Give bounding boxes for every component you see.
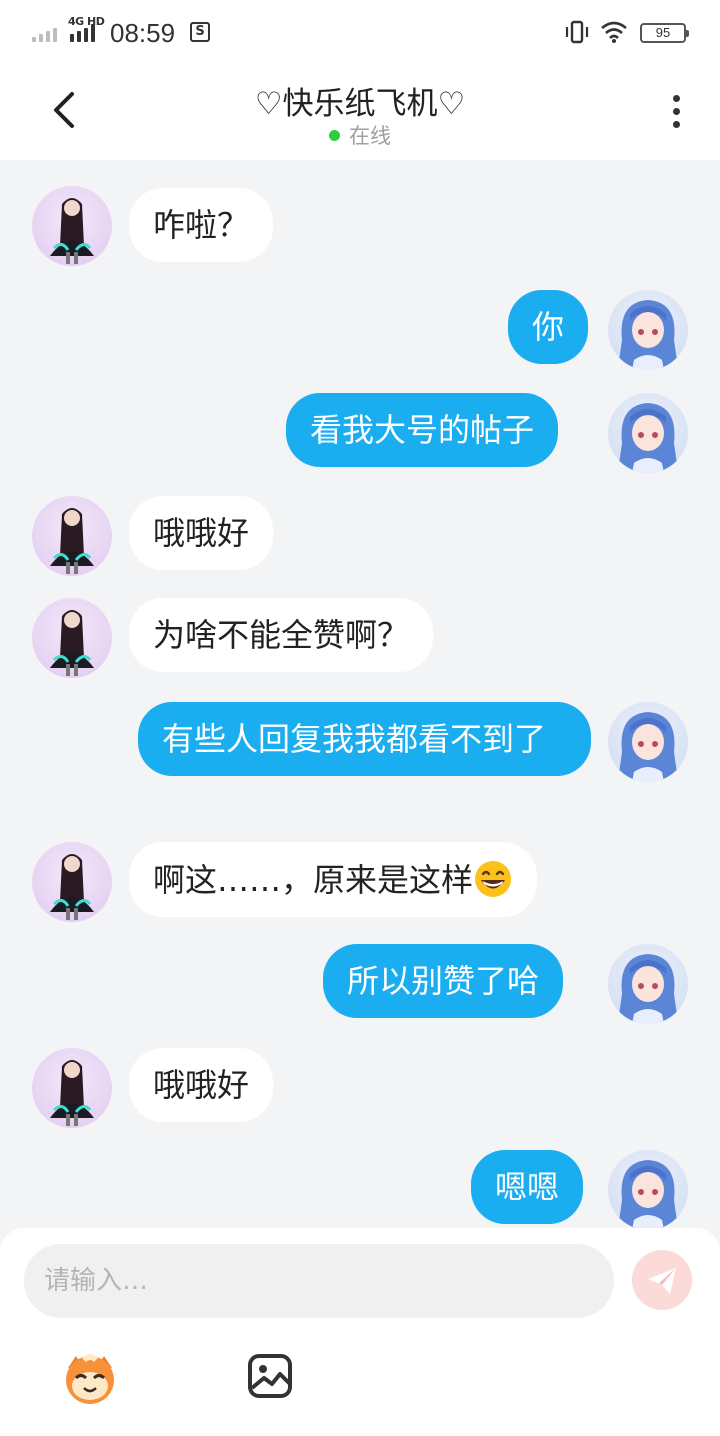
s-badge-icon: S	[190, 22, 210, 42]
message-bubble-received: 咋啦？	[129, 188, 274, 262]
message-bubble-received: 哦哦好	[129, 496, 274, 570]
message-item: 你	[0, 270, 720, 374]
my-avatar[interactable]	[608, 1150, 688, 1228]
message-item: 所以别赞了哈	[0, 934, 720, 1038]
send-icon	[648, 1268, 676, 1294]
signal-1-icon	[32, 24, 57, 42]
chat-title: ♡快乐纸飞机♡	[254, 86, 466, 122]
my-avatar[interactable]	[608, 290, 688, 370]
image-icon[interactable]	[246, 1352, 294, 1400]
message-item: 为啥不能全赞啊？	[0, 580, 720, 684]
online-status: 在线	[0, 120, 720, 150]
send-button[interactable]	[632, 1250, 692, 1310]
message-bubble-sent: 嗯嗯	[471, 1150, 584, 1224]
contact-avatar[interactable]	[32, 1048, 112, 1128]
my-avatar[interactable]	[608, 944, 688, 1024]
online-dot-icon	[329, 130, 340, 141]
message-item: 嗯嗯	[0, 1142, 720, 1228]
contact-avatar[interactable]	[32, 842, 112, 922]
status-bar: 4G HD 08:59 S 95	[0, 0, 720, 64]
message-text: 啊这……，原来是这样	[153, 861, 474, 899]
my-avatar[interactable]	[608, 702, 688, 782]
message-bubble-received: 为啥不能全赞啊？	[129, 598, 434, 672]
online-status-label: 在线	[349, 124, 391, 148]
grinning-face-emoji	[475, 861, 512, 897]
chat-header: ♡快乐纸飞机♡ 在线	[0, 64, 720, 160]
message-item: 啊这……，原来是这样	[0, 830, 720, 934]
battery-indicator: 95	[640, 23, 689, 43]
input-panel	[0, 1228, 720, 1436]
message-bubble-received: 啊这……，原来是这样	[129, 842, 538, 917]
more-icon[interactable]	[662, 92, 690, 134]
wifi-icon	[601, 21, 627, 43]
message-item: 有些人回复我我都看不到了	[0, 684, 720, 830]
status-time: 08:59	[110, 18, 176, 48]
signal-2-icon	[70, 22, 95, 42]
message-item: 咋啦？	[0, 160, 720, 270]
message-bubble-sent: 看我大号的帖子	[286, 393, 559, 467]
message-bubble-received: 哦哦好	[129, 1048, 274, 1122]
message-list[interactable]: 咋啦？ 你 看我大号的帖子 哦哦好 为啥不能全赞啊？ 有些人回复我我都看不到了 …	[0, 160, 720, 1228]
message-bubble-sent: 你	[508, 290, 589, 364]
my-avatar[interactable]	[608, 393, 688, 473]
contact-avatar[interactable]	[32, 186, 112, 266]
message-bubble-sent: 有些人回复我我都看不到了	[138, 702, 591, 776]
vibrate-icon	[565, 20, 589, 44]
message-bubble-sent: 所以别赞了哈	[323, 944, 564, 1018]
emoji-mascot-icon[interactable]	[60, 1348, 120, 1408]
message-item: 看我大号的帖子	[0, 374, 720, 478]
message-item: 哦哦好	[0, 478, 720, 580]
contact-avatar[interactable]	[32, 496, 112, 576]
message-input[interactable]	[24, 1244, 614, 1318]
contact-avatar[interactable]	[32, 598, 112, 678]
message-item: 哦哦好	[0, 1038, 720, 1142]
